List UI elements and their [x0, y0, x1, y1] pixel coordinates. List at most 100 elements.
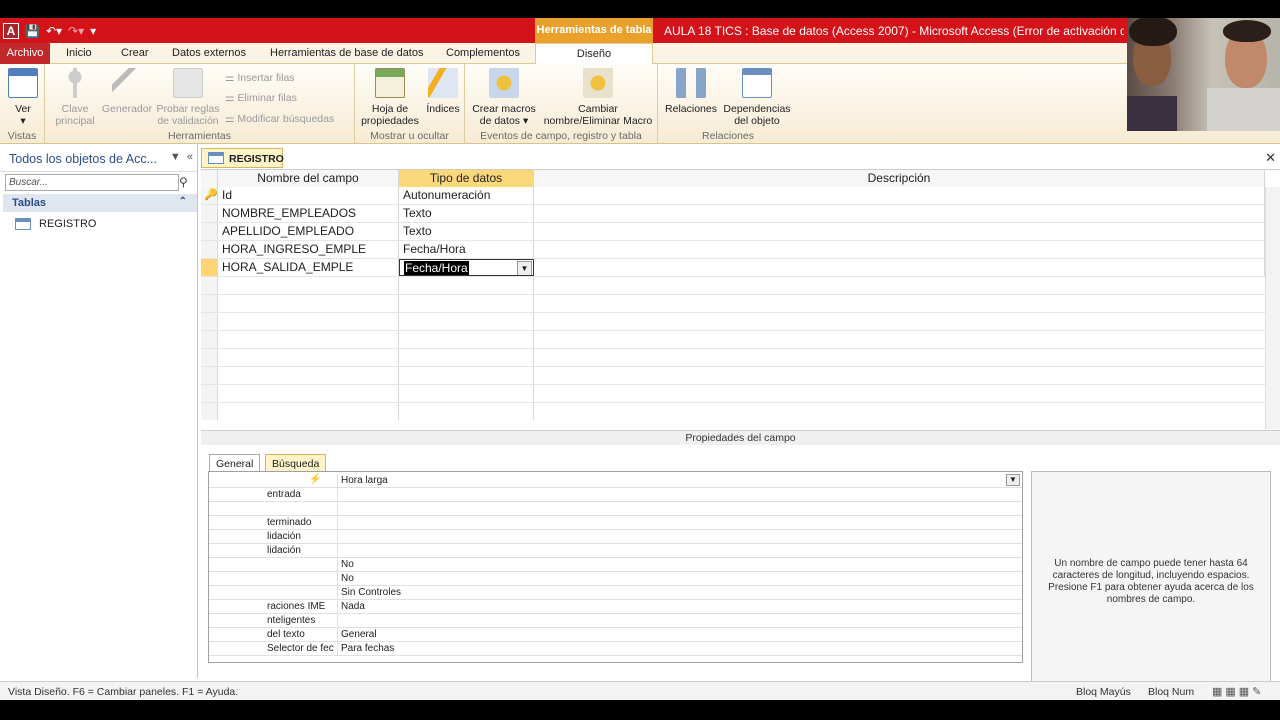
access-app-icon[interactable]: A [3, 23, 19, 39]
row-selector[interactable] [201, 403, 218, 420]
eliminar-filas-button[interactable]: ⚌ Eliminar filas [225, 92, 297, 104]
property-row[interactable]: No [209, 572, 1022, 586]
property-value[interactable] [337, 614, 1022, 627]
field-name-cell[interactable]: HORA_SALIDA_EMPLE [218, 259, 399, 276]
table-row-empty[interactable] [201, 403, 1265, 421]
data-type-combo[interactable]: Fecha/Hora ▼ [399, 259, 534, 276]
tab-general[interactable]: General [209, 454, 261, 472]
row-selector[interactable] [201, 205, 218, 222]
property-value[interactable]: No [337, 558, 1022, 571]
row-selector[interactable] [201, 367, 218, 384]
field-name-cell[interactable]: NOMBRE_EMPLEADOS [218, 205, 399, 222]
save-icon[interactable]: 💾 [25, 24, 40, 38]
data-type-cell[interactable] [399, 385, 534, 402]
tab-complementos[interactable]: Complementos [442, 43, 524, 64]
table-row-empty[interactable] [201, 277, 1265, 295]
view-switcher-icons[interactable]: ▦▦▦✎ [1212, 685, 1264, 698]
dropdown-arrow-icon[interactable]: ▼ [517, 261, 532, 275]
data-type-cell[interactable] [399, 367, 534, 384]
builder-icon[interactable]: ⚡ [309, 474, 321, 485]
property-row[interactable]: raciones IME Nada [209, 600, 1022, 614]
table-row[interactable]: HORA_INGRESO_EMPLE Fecha/Hora [201, 241, 1265, 259]
property-value[interactable]: No [337, 572, 1022, 585]
table-row[interactable]: APELLIDO_EMPLEADO Texto [201, 223, 1265, 241]
dropdown-arrow-icon[interactable]: ▼ [1006, 474, 1020, 486]
table-row-empty[interactable] [201, 349, 1265, 367]
row-selector[interactable] [201, 331, 218, 348]
nav-collapse-icon[interactable]: ▼ « [170, 151, 193, 163]
data-type-cell[interactable] [399, 277, 534, 294]
property-value[interactable]: Nada [337, 600, 1022, 613]
undo-icon[interactable]: ↶▾ [46, 24, 62, 38]
data-type-cell[interactable] [399, 295, 534, 312]
probar-reglas-button[interactable]: Probar reglas de validación [155, 68, 221, 127]
property-value[interactable] [337, 544, 1022, 557]
tab-crear[interactable]: Crear [117, 43, 153, 64]
property-row[interactable]: Selector de fec Para fechas [209, 642, 1022, 656]
generador-button[interactable]: Generador [99, 68, 155, 115]
data-type-cell[interactable]: Autonumeración [399, 187, 534, 204]
table-row-empty[interactable] [201, 331, 1265, 349]
field-name-cell[interactable] [218, 313, 399, 330]
row-selector-current[interactable] [201, 259, 218, 276]
modificar-busquedas-button[interactable]: ⚌ Modificar búsquedas [225, 113, 334, 125]
insertar-filas-button[interactable]: ⚌ Insertar filas [225, 72, 295, 84]
dependencias-button[interactable]: Dependencias del objeto [720, 68, 794, 127]
search-icon[interactable]: ⚲ [179, 175, 188, 189]
property-value[interactable] [337, 516, 1022, 529]
property-value[interactable]: Hora larga ▼ [337, 474, 1022, 487]
cambiar-nombre-macro-button[interactable]: Cambiar nombre/Eliminar Macro [539, 68, 657, 127]
property-row[interactable]: lidación [209, 544, 1022, 558]
close-icon[interactable]: ✕ [1265, 150, 1276, 166]
property-value[interactable] [337, 530, 1022, 543]
table-row-empty[interactable] [201, 313, 1265, 331]
row-selector[interactable] [201, 295, 218, 312]
customize-qat-icon[interactable]: ▾ [90, 24, 96, 38]
row-selector[interactable] [201, 277, 218, 294]
data-type-cell[interactable]: Texto [399, 205, 534, 222]
data-type-value[interactable]: Fecha/Hora [404, 261, 469, 275]
nav-header[interactable]: Todos los objetos de Acc... ▼ « [0, 144, 197, 172]
tab-busqueda[interactable]: Búsqueda [265, 454, 327, 472]
table-row-current[interactable]: HORA_SALIDA_EMPLE Fecha/Hora ▼ [201, 259, 1265, 277]
hoja-propiedades-button[interactable]: Hoja de propiedades [358, 68, 422, 127]
tab-inicio[interactable]: Inicio [62, 43, 96, 64]
description-cell[interactable] [534, 241, 1265, 258]
doc-tab-registro[interactable]: REGISTRO [201, 148, 284, 168]
data-type-cell[interactable] [399, 349, 534, 366]
property-value[interactable] [337, 502, 1022, 515]
field-name-cell[interactable] [218, 295, 399, 312]
redo-icon[interactable]: ↷▾ [68, 24, 84, 38]
relaciones-button[interactable]: Relaciones [664, 68, 718, 115]
property-row[interactable]: No [209, 558, 1022, 572]
grid-scrollbar[interactable] [1265, 187, 1280, 429]
property-row[interactable] [209, 502, 1022, 516]
property-row[interactable]: del texto General [209, 628, 1022, 642]
field-name-cell[interactable]: APELLIDO_EMPLEADO [218, 223, 399, 240]
tab-diseno[interactable]: Diseño [535, 43, 653, 65]
nav-item-registro[interactable]: REGISTRO [3, 214, 197, 234]
table-row-empty[interactable] [201, 295, 1265, 313]
property-value[interactable]: Para fechas [337, 642, 1022, 655]
description-cell[interactable] [534, 205, 1265, 222]
row-selector[interactable] [201, 385, 218, 402]
property-row[interactable]: terminado [209, 516, 1022, 530]
field-name-cell[interactable] [218, 349, 399, 366]
crear-macros-button[interactable]: Crear macros de datos ▾ [469, 68, 539, 127]
row-selector[interactable] [201, 313, 218, 330]
row-selector[interactable] [201, 241, 218, 258]
search-input[interactable]: Buscar... [5, 174, 179, 191]
tab-archivo[interactable]: Archivo [0, 43, 50, 64]
field-name-cell[interactable] [218, 277, 399, 294]
description-cell[interactable] [534, 187, 1265, 204]
field-name-cell[interactable] [218, 331, 399, 348]
table-row[interactable]: NOMBRE_EMPLEADOS Texto [201, 205, 1265, 223]
property-value[interactable] [337, 488, 1022, 501]
data-type-cell[interactable] [399, 313, 534, 330]
row-selector[interactable] [201, 349, 218, 366]
property-row[interactable]: Hora larga ▼ ⚡ [209, 474, 1022, 488]
field-name-cell[interactable]: HORA_INGRESO_EMPLE [218, 241, 399, 258]
description-cell[interactable] [534, 223, 1265, 240]
property-row[interactable]: lidación [209, 530, 1022, 544]
data-type-cell[interactable]: Fecha/Hora [399, 241, 534, 258]
